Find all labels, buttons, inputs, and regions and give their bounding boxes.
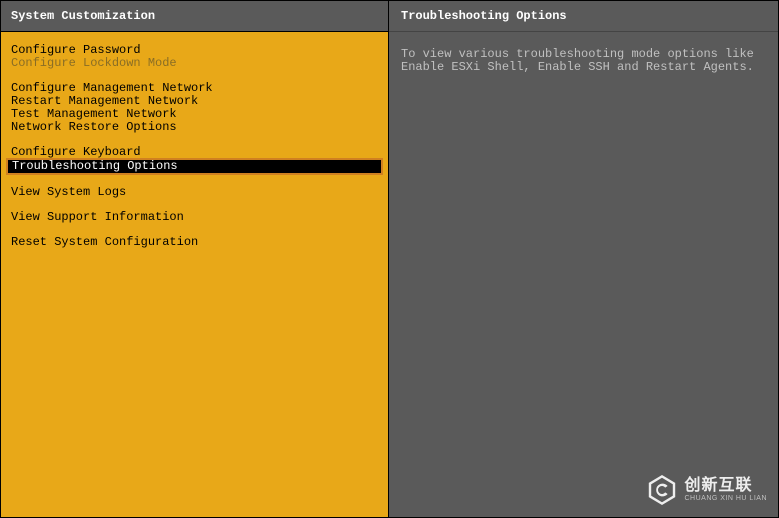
menu-item-troubleshooting-options[interactable]: Troubleshooting Options — [7, 159, 382, 174]
menu-item-configure-lockdown-mode[interactable]: Configure Lockdown Mode — [1, 57, 388, 70]
watermark-cn: 创新互联 — [684, 477, 767, 495]
left-panel-title: System Customization — [1, 1, 388, 32]
app-root: System Customization Configure PasswordC… — [0, 0, 779, 518]
menu-group: View System Logs — [1, 186, 388, 199]
menu-group: Configure Management NetworkRestart Mana… — [1, 82, 388, 134]
menu-group: Configure KeyboardTroubleshooting Option… — [1, 146, 388, 174]
left-panel: System Customization Configure PasswordC… — [0, 0, 389, 518]
right-panel: Troubleshooting Options To view various … — [389, 0, 779, 518]
right-panel-description: To view various troubleshooting mode opt… — [389, 32, 778, 90]
menu-group: Configure PasswordConfigure Lockdown Mod… — [1, 44, 388, 70]
right-panel-title: Troubleshooting Options — [389, 1, 778, 32]
menu-item-reset-system-configuration[interactable]: Reset System Configuration — [1, 236, 388, 249]
menu-item-configure-keyboard[interactable]: Configure Keyboard — [1, 146, 388, 159]
menu-group: Reset System Configuration — [1, 236, 388, 249]
watermark-en: CHUANG XIN HU LIAN — [684, 495, 767, 503]
menu-group: View Support Information — [1, 211, 388, 224]
menu-item-view-support-information[interactable]: View Support Information — [1, 211, 388, 224]
watermark-logo-icon — [646, 474, 678, 506]
menu: Configure PasswordConfigure Lockdown Mod… — [1, 32, 388, 517]
menu-item-view-system-logs[interactable]: View System Logs — [1, 186, 388, 199]
menu-item-network-restore-options[interactable]: Network Restore Options — [1, 121, 388, 134]
watermark-text: 创新互联 CHUANG XIN HU LIAN — [684, 477, 767, 502]
watermark: 创新互联 CHUANG XIN HU LIAN — [646, 474, 767, 506]
